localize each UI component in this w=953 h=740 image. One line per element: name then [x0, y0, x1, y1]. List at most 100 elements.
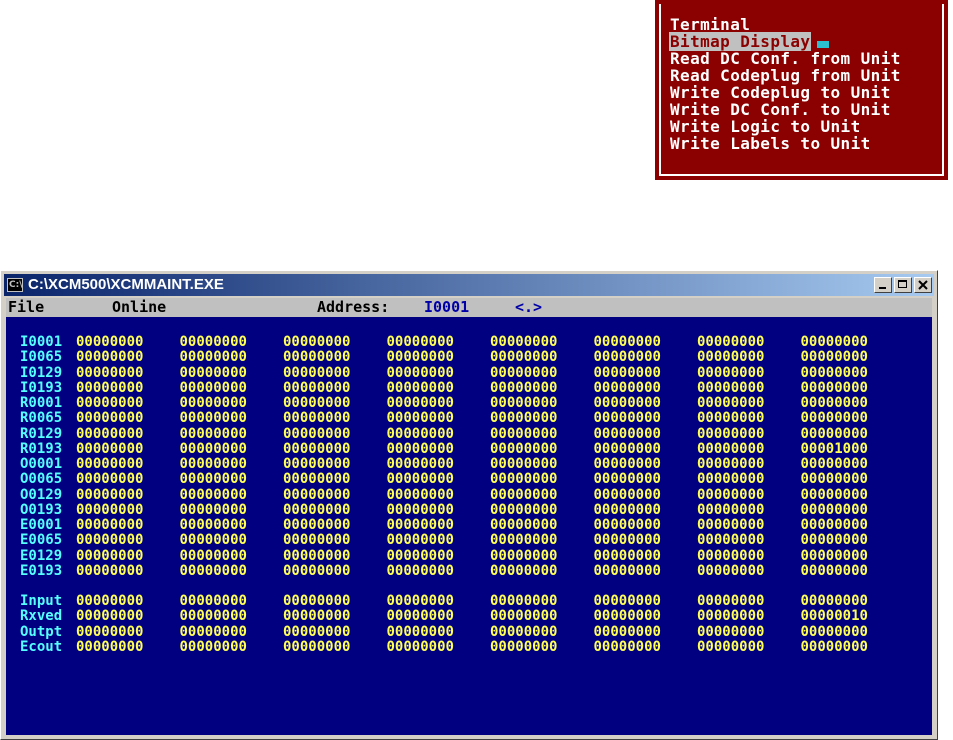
register-value[interactable]: 00000000 — [283, 334, 387, 350]
register-value[interactable]: 00000000 — [387, 593, 491, 609]
register-value[interactable]: 00000000 — [180, 548, 284, 564]
register-value[interactable]: 00000000 — [490, 639, 594, 655]
register-value[interactable]: 00000000 — [387, 441, 491, 457]
register-value[interactable]: 00000000 — [594, 334, 698, 350]
register-value[interactable]: 00000000 — [387, 456, 491, 472]
menu-item[interactable]: Write Logic to Unit — [669, 118, 902, 135]
register-value[interactable]: 00000000 — [594, 548, 698, 564]
register-value[interactable]: 00000000 — [180, 334, 284, 350]
register-value[interactable]: 00000000 — [283, 502, 387, 518]
menu-item[interactable]: Write Codeplug to Unit — [669, 84, 902, 101]
register-value[interactable]: 00000000 — [594, 639, 698, 655]
register-value[interactable]: 00000000 — [180, 426, 284, 442]
register-value[interactable]: 00000000 — [594, 349, 698, 365]
register-value[interactable]: 00000000 — [76, 639, 180, 655]
console-app-icon[interactable]: C:\ — [7, 278, 23, 292]
register-value[interactable]: 00000000 — [697, 410, 801, 426]
menu-item[interactable]: Bitmap Display — [669, 32, 902, 51]
register-value[interactable]: 00000000 — [283, 593, 387, 609]
register-value[interactable]: 00000000 — [594, 365, 698, 381]
register-value[interactable]: 00000000 — [180, 502, 284, 518]
register-value[interactable]: 00000000 — [76, 532, 180, 548]
maximize-button[interactable] — [894, 277, 912, 293]
register-value[interactable]: 00000000 — [490, 502, 594, 518]
register-value[interactable]: 00000000 — [490, 380, 594, 396]
register-value[interactable]: 00000000 — [490, 593, 594, 609]
register-value[interactable]: 00000000 — [801, 380, 905, 396]
register-value[interactable]: 00000000 — [490, 395, 594, 411]
register-value[interactable]: 00000000 — [801, 410, 905, 426]
register-value[interactable]: 00000000 — [594, 624, 698, 640]
register-value[interactable]: 00000000 — [801, 624, 905, 640]
register-value[interactable]: 00000000 — [283, 563, 387, 579]
register-value[interactable]: 00000000 — [801, 426, 905, 442]
register-value[interactable]: 00000000 — [76, 426, 180, 442]
register-value[interactable]: 00000000 — [387, 410, 491, 426]
register-value[interactable]: 00000000 — [180, 624, 284, 640]
register-value[interactable]: 00000000 — [283, 426, 387, 442]
register-value[interactable]: 00000000 — [180, 517, 284, 533]
register-value[interactable]: 00000000 — [180, 471, 284, 487]
register-value[interactable]: 00000000 — [801, 365, 905, 381]
register-value[interactable]: 00000000 — [697, 334, 801, 350]
register-value[interactable]: 00000000 — [801, 349, 905, 365]
register-value[interactable]: 00000000 — [387, 563, 491, 579]
close-button[interactable] — [914, 277, 932, 293]
register-value[interactable]: 00000000 — [387, 502, 491, 518]
register-value[interactable]: 00000000 — [697, 426, 801, 442]
register-value[interactable]: 00000000 — [594, 380, 698, 396]
menu-online[interactable]: Online — [112, 298, 166, 317]
register-value[interactable]: 00000000 — [387, 548, 491, 564]
register-value[interactable]: 00000000 — [801, 502, 905, 518]
register-value[interactable]: 00000000 — [594, 487, 698, 503]
register-value[interactable]: 00000000 — [76, 456, 180, 472]
register-value[interactable]: 00000000 — [283, 349, 387, 365]
register-value[interactable]: 00000000 — [180, 380, 284, 396]
register-value[interactable]: 00000000 — [697, 365, 801, 381]
register-value[interactable]: 00000000 — [387, 639, 491, 655]
register-value[interactable]: 00000000 — [490, 426, 594, 442]
register-value[interactable]: 00000000 — [283, 624, 387, 640]
menu-item[interactable]: Terminal — [669, 16, 902, 33]
register-value[interactable]: 00000000 — [594, 471, 698, 487]
register-value[interactable]: 00000000 — [283, 456, 387, 472]
register-value[interactable]: 00000000 — [387, 426, 491, 442]
register-value[interactable]: 00000000 — [283, 380, 387, 396]
register-value[interactable]: 00000000 — [697, 471, 801, 487]
register-value[interactable]: 00000000 — [283, 487, 387, 503]
register-value[interactable]: 00000000 — [594, 502, 698, 518]
register-value[interactable]: 00000000 — [490, 456, 594, 472]
register-value[interactable]: 00000000 — [76, 548, 180, 564]
register-value[interactable]: 00000000 — [490, 624, 594, 640]
register-value[interactable]: 00001000 — [801, 441, 905, 457]
register-value[interactable]: 00000000 — [180, 608, 284, 624]
register-value[interactable]: 00000000 — [283, 532, 387, 548]
register-value[interactable]: 00000000 — [283, 395, 387, 411]
register-value[interactable]: 00000000 — [697, 380, 801, 396]
register-value[interactable]: 00000000 — [283, 410, 387, 426]
register-value[interactable]: 00000000 — [594, 426, 698, 442]
register-value[interactable]: 00000000 — [594, 456, 698, 472]
register-value[interactable]: 00000000 — [697, 532, 801, 548]
register-value[interactable]: 00000000 — [387, 365, 491, 381]
register-value[interactable]: 00000000 — [594, 563, 698, 579]
register-value[interactable]: 00000000 — [801, 563, 905, 579]
menu-item[interactable]: Write DC Conf. to Unit — [669, 101, 902, 118]
register-value[interactable]: 00000000 — [594, 441, 698, 457]
register-value[interactable]: 00000000 — [801, 456, 905, 472]
register-value[interactable]: 00000000 — [180, 487, 284, 503]
register-value[interactable]: 00000000 — [490, 349, 594, 365]
register-value[interactable]: 00000000 — [490, 563, 594, 579]
register-value[interactable]: 00000000 — [594, 608, 698, 624]
register-value[interactable]: 00000000 — [283, 608, 387, 624]
register-value[interactable]: 00000000 — [697, 349, 801, 365]
register-value[interactable]: 00000000 — [697, 517, 801, 533]
menu-item[interactable]: Read Codeplug from Unit — [669, 67, 902, 84]
register-value[interactable]: 00000000 — [387, 395, 491, 411]
register-value[interactable]: 00000000 — [76, 608, 180, 624]
register-value[interactable]: 00000000 — [76, 365, 180, 381]
register-value[interactable]: 00000000 — [594, 593, 698, 609]
register-value[interactable]: 00000000 — [76, 563, 180, 579]
register-value[interactable]: 00000000 — [76, 380, 180, 396]
register-value[interactable]: 00000000 — [697, 563, 801, 579]
